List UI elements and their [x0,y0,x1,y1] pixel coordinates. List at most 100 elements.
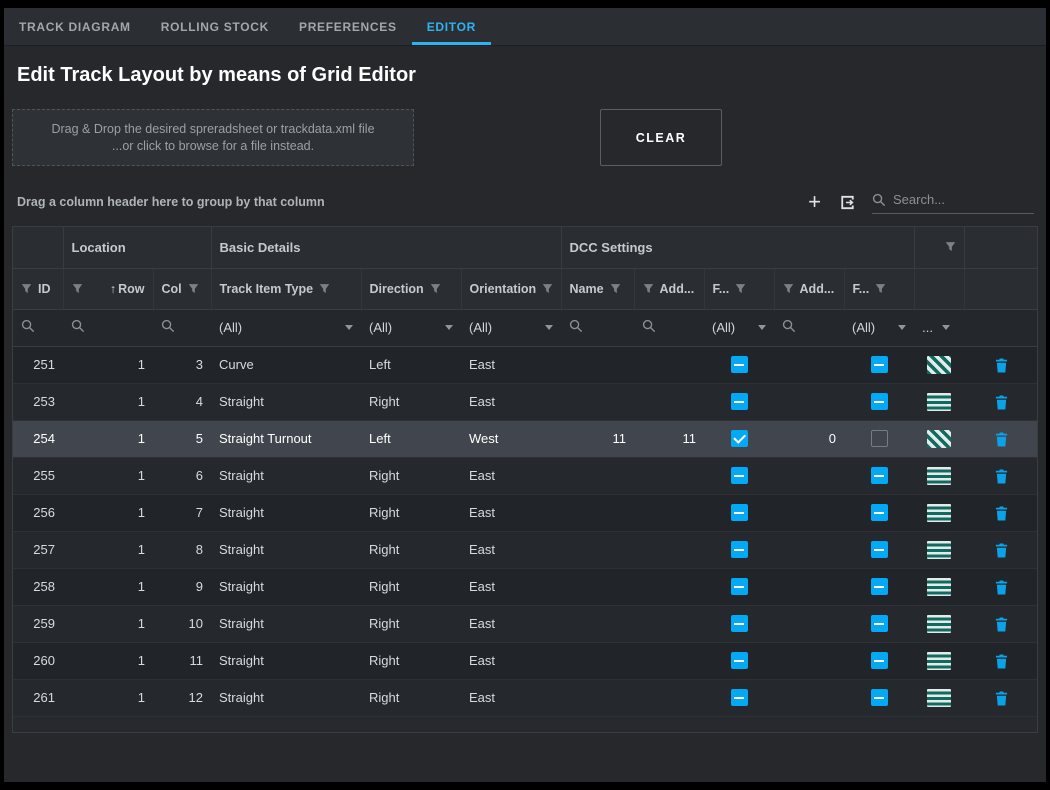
delete-row-button[interactable] [995,689,1008,705]
cell-direction[interactable]: Right [361,642,461,679]
delete-row-button[interactable] [995,578,1008,594]
function-1-checkbox[interactable] [731,467,748,484]
col-header-direction[interactable]: Direction [361,268,461,309]
cell-address-2[interactable] [774,457,844,494]
cell-direction[interactable]: Right [361,457,461,494]
cell-col[interactable]: 7 [153,494,211,531]
filter-funnel-icon[interactable] [188,283,199,294]
filter-direction[interactable]: (All) [361,309,461,346]
cell-address-1[interactable] [634,457,704,494]
table-row[interactable]: 257 1 8 Straight Right East [13,531,1038,568]
filter-funnel-icon[interactable] [875,283,886,294]
cell-row[interactable]: 1 [63,383,153,420]
col-header-orientation[interactable]: Orientation [461,268,561,309]
tab-editor[interactable]: EDITOR [412,8,491,45]
cell-id[interactable]: 256 [13,494,63,531]
cell-col[interactable]: 9 [153,568,211,605]
cell-address-1[interactable] [634,346,704,383]
cell-id[interactable]: 261 [13,679,63,716]
filter-name[interactable] [561,309,634,346]
cell-col[interactable]: 5 [153,420,211,457]
cell-direction[interactable]: Right [361,383,461,420]
cell-row[interactable]: 1 [63,568,153,605]
filter-funnel-icon[interactable] [783,283,794,294]
cell-direction[interactable]: Left [361,346,461,383]
cell-name[interactable] [561,679,634,716]
cell-col[interactable]: 6 [153,457,211,494]
filter-funnel-icon[interactable] [21,283,32,294]
file-dropzone[interactable]: Drag & Drop the desired spreradsheet or … [12,109,414,166]
filter-orientation[interactable]: (All) [461,309,561,346]
cell-direction[interactable]: Right [361,679,461,716]
cell-track-item-type[interactable]: Straight [211,568,361,605]
export-icon[interactable] [839,194,856,211]
add-row-icon[interactable]: + [806,192,823,212]
cell-track-item-type[interactable]: Straight Turnout [211,420,361,457]
table-row[interactable]: 260 1 11 Straight Right East [13,642,1038,679]
cell-orientation[interactable]: East [461,346,561,383]
col-header-col[interactable]: Col [153,268,211,309]
delete-row-button[interactable] [995,393,1008,409]
cell-id[interactable]: 258 [13,568,63,605]
cell-orientation[interactable]: East [461,568,561,605]
band-basic-details[interactable]: Basic Details [211,227,561,268]
cell-orientation[interactable]: East [461,605,561,642]
function-2-checkbox[interactable] [871,504,888,521]
function-2-checkbox[interactable] [871,615,888,632]
cell-col[interactable]: 12 [153,679,211,716]
function-1-checkbox[interactable] [731,356,748,373]
cell-id[interactable]: 257 [13,531,63,568]
cell-address-1[interactable] [634,494,704,531]
filter-funnel-icon[interactable] [643,283,654,294]
tab-rolling-stock[interactable]: ROLLING STOCK [146,8,284,45]
table-row[interactable]: 258 1 9 Straight Right East [13,568,1038,605]
cell-track-item-type[interactable]: Straight [211,642,361,679]
filter-id[interactable] [13,309,63,346]
col-header-function-1[interactable]: F... [704,268,774,309]
search-input[interactable] [891,191,1034,208]
cell-name[interactable] [561,531,634,568]
delete-row-button[interactable] [995,652,1008,668]
cell-row[interactable]: 1 [63,605,153,642]
cell-name[interactable] [561,383,634,420]
function-1-checkbox[interactable] [731,689,748,706]
cell-name[interactable] [561,494,634,531]
filter-funnel-icon[interactable] [430,283,441,294]
filter-funnel-icon[interactable] [735,283,746,294]
cell-orientation[interactable]: East [461,383,561,420]
filter-address-1[interactable] [634,309,704,346]
cell-address-1[interactable] [634,531,704,568]
cell-address-1[interactable]: 11 [634,420,704,457]
table-row[interactable]: 254 1 5 Straight Turnout Left West 11 11… [13,420,1038,457]
col-header-name[interactable]: Name [561,268,634,309]
cell-address-2[interactable]: 0 [774,420,844,457]
filter-funnel-icon[interactable] [319,283,330,294]
cell-row[interactable]: 1 [63,679,153,716]
filter-function-2[interactable]: (All) [844,309,914,346]
band-location[interactable]: Location [63,227,211,268]
table-row[interactable]: 255 1 6 Straight Right East [13,457,1038,494]
filter-grid-row[interactable] [63,309,153,346]
function-2-checkbox[interactable] [871,430,888,447]
function-2-checkbox[interactable] [871,393,888,410]
function-1-checkbox[interactable] [731,541,748,558]
cell-direction[interactable]: Right [361,494,461,531]
cell-track-item-type[interactable]: Straight [211,605,361,642]
cell-id[interactable]: 254 [13,420,63,457]
table-row[interactable]: 253 1 4 Straight Right East [13,383,1038,420]
cell-name[interactable] [561,568,634,605]
cell-address-2[interactable] [774,383,844,420]
cell-id[interactable]: 259 [13,605,63,642]
filter-image[interactable]: ... [914,309,964,346]
col-header-row[interactable]: ↑Row [63,268,153,309]
cell-name[interactable] [561,457,634,494]
cell-col[interactable]: 3 [153,346,211,383]
col-header-address-2[interactable]: Add... [774,268,844,309]
cell-name[interactable] [561,642,634,679]
cell-track-item-type[interactable]: Straight [211,531,361,568]
cell-orientation[interactable]: East [461,531,561,568]
cell-name[interactable]: 11 [561,420,634,457]
cell-address-1[interactable] [634,642,704,679]
filter-funnel-icon[interactable] [72,283,83,294]
cell-id[interactable]: 251 [13,346,63,383]
